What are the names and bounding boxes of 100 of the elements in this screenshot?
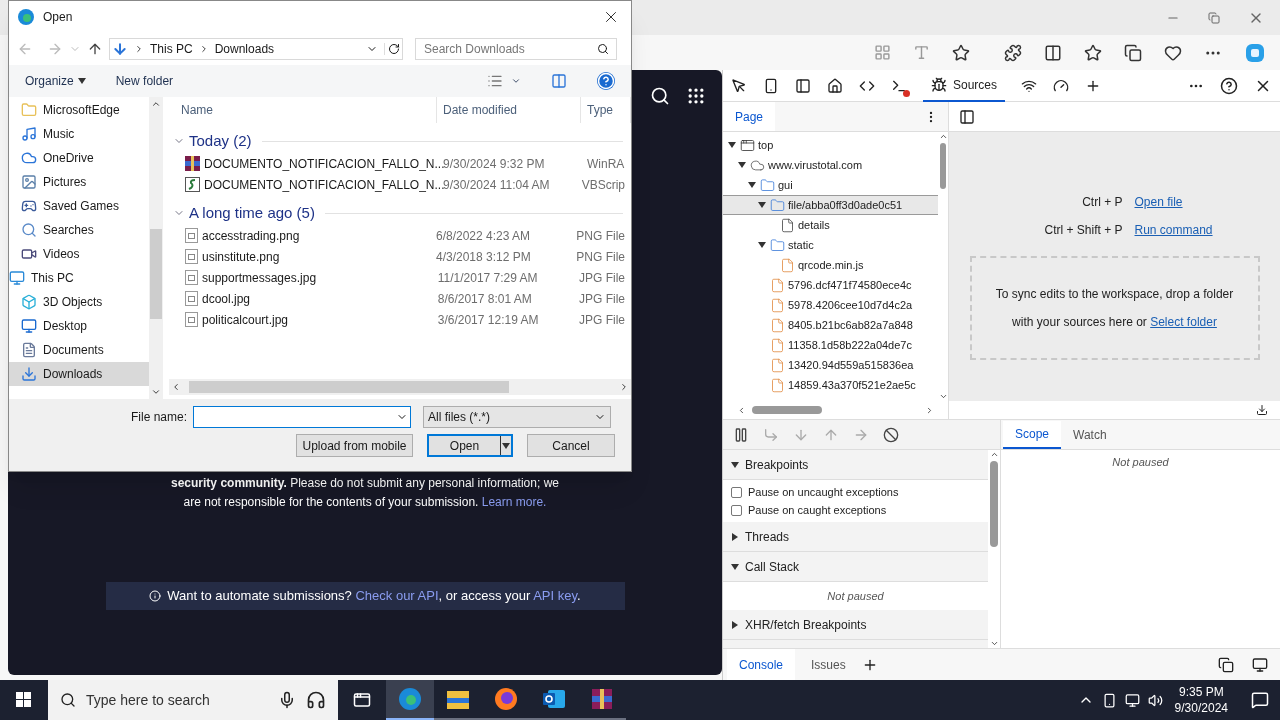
favorite-star-icon[interactable] — [952, 43, 970, 62]
split-screen-icon[interactable] — [1044, 43, 1062, 62]
extensions-icon[interactable] — [1004, 43, 1022, 62]
collections-icon[interactable] — [1124, 43, 1142, 62]
drawer-toggle-icon[interactable] — [1252, 656, 1268, 673]
assistant-icon[interactable] — [1244, 41, 1266, 64]
breadcrumb-item[interactable]: This PC — [150, 40, 193, 58]
nav-item[interactable]: Desktop — [9, 314, 149, 338]
network-icon[interactable] — [1124, 692, 1140, 708]
tree-item[interactable]: 5978.4206cee10d7d4c2a — [723, 295, 938, 315]
chevron-down-icon[interactable] — [151, 387, 161, 397]
read-aloud-icon[interactable] — [913, 44, 930, 61]
drawer-tab[interactable]: Issues — [799, 649, 858, 680]
api-link[interactable]: Check our API — [355, 588, 439, 604]
tree-item[interactable]: 5796.dcf471f74580ece4c — [723, 275, 938, 295]
clock-time[interactable]: 9:35 PM — [1178, 684, 1224, 700]
dropdown-triangle-icon[interactable] — [77, 77, 86, 85]
chevron-right-icon[interactable] — [619, 382, 629, 392]
sidebar-tab[interactable]: Watch — [1061, 421, 1119, 449]
favorites-icon[interactable] — [1084, 43, 1102, 62]
nav-item[interactable]: Videos — [9, 242, 149, 266]
taskbar-search-field[interactable]: Type here to search — [86, 689, 268, 711]
horizontal-scrollbar[interactable] — [169, 379, 631, 395]
command-button[interactable]: Organize — [25, 72, 86, 90]
expanded-triangle-icon[interactable] — [731, 460, 739, 469]
nav-item[interactable]: Documents — [9, 338, 149, 362]
undock-icon[interactable] — [1218, 656, 1234, 673]
shortcut-link[interactable]: Open file — [1134, 193, 1245, 211]
tree-item[interactable]: file/abba0ff3d0ade0c51 — [723, 195, 938, 215]
dialog-button[interactable]: Cancel — [527, 434, 615, 457]
chevron-down-icon[interactable] — [938, 392, 948, 401]
nav-item[interactable]: Downloads — [9, 362, 149, 386]
search-icon[interactable] — [650, 86, 670, 106]
device-icon[interactable] — [1101, 692, 1117, 708]
section-header[interactable]: XHR/fetch Breakpoints — [723, 610, 988, 640]
view-options-icon[interactable] — [487, 73, 521, 89]
section-header[interactable]: Threads — [723, 522, 988, 552]
tree-item[interactable]: gui — [723, 175, 938, 195]
pause-icon[interactable] — [733, 426, 749, 443]
shortcut-link[interactable]: Run command — [1134, 221, 1245, 239]
vertical-scrollbar[interactable] — [988, 450, 1000, 648]
tree-item[interactable]: details — [723, 215, 938, 235]
expanded-triangle-icon[interactable] — [728, 141, 736, 149]
file-row[interactable]: dcool.jpg 8/6/2017 8:01 AM JPG File — [169, 288, 631, 309]
vertical-scrollbar[interactable] — [149, 97, 163, 399]
expanded-triangle-icon[interactable] — [758, 201, 766, 209]
expanded-triangle-icon[interactable] — [748, 181, 756, 189]
volume-icon[interactable] — [1147, 692, 1163, 708]
drawer-icon[interactable] — [1256, 404, 1268, 416]
learn-more-link[interactable]: Learn more. — [481, 495, 547, 509]
tree-item[interactable]: www.virustotal.com — [723, 155, 938, 175]
navigator-tab[interactable]: Page — [723, 102, 776, 131]
inspect-icon[interactable] — [731, 77, 747, 94]
deactivate-breakpoints-icon[interactable] — [883, 426, 899, 443]
dialog-button[interactable]: Upload from mobile — [296, 434, 413, 457]
gauge-icon[interactable] — [1053, 77, 1070, 94]
file-type-dropdown[interactable]: All files (*.*) — [423, 406, 611, 428]
file-row[interactable]: supportmessages.jpg 11/1/2017 7:29 AM JPG File — [169, 267, 631, 288]
breadcrumb-item[interactable]: Downloads — [214, 40, 275, 58]
help-icon[interactable] — [1220, 76, 1238, 95]
collapsed-triangle-icon[interactable] — [731, 620, 739, 629]
search-field[interactable]: Search Downloads — [415, 38, 617, 60]
tree-item[interactable]: 11358.1d58b222a04de7c — [723, 335, 938, 355]
tree-item[interactable]: top — [723, 135, 938, 155]
expanded-triangle-icon[interactable] — [731, 562, 739, 571]
file-name-field[interactable] — [193, 406, 411, 428]
nav-item[interactable]: OneDrive — [9, 146, 149, 170]
dropdown-triangle-icon[interactable] — [502, 441, 510, 450]
restore-icon[interactable] — [1208, 11, 1220, 24]
preview-pane-icon[interactable] — [551, 73, 567, 89]
command-button[interactable]: New folder — [115, 72, 174, 90]
file-row[interactable]: accesstrading.png 6/8/2022 4:23 AM PNG File — [169, 225, 631, 246]
nav-item[interactable]: This PC — [9, 266, 149, 290]
health-icon[interactable] — [1164, 43, 1182, 62]
nav-item[interactable]: 3D Objects — [9, 290, 149, 314]
group-header[interactable]: Today (2) — [189, 129, 252, 153]
file-row[interactable]: usinstitute.png 4/3/2018 3:12 PM PNG File — [169, 246, 631, 267]
nav-item[interactable]: Music — [9, 122, 149, 146]
address-bar[interactable]: This PC Downloads — [109, 38, 403, 60]
expanded-triangle-icon[interactable] — [758, 241, 766, 249]
tree-item[interactable]: 13420.94d559a515836ea — [723, 355, 938, 375]
sidebar-toggle-icon[interactable] — [959, 108, 975, 125]
checkbox[interactable] — [731, 504, 742, 516]
chevron-right-icon[interactable] — [925, 405, 934, 415]
nav-item[interactable]: MicrosoftEdge — [9, 98, 149, 122]
nav-item[interactable]: Searches — [9, 218, 149, 242]
file-row[interactable]: politicalcourt.jpg 3/6/2017 12:19 AM JPG File — [169, 309, 631, 330]
tree-item[interactable]: 8405.b21bc6ab82a7a848 — [723, 315, 938, 335]
home-icon[interactable] — [827, 77, 843, 94]
nav-item[interactable]: Saved Games — [9, 194, 149, 218]
group-header[interactable]: A long time ago (5) — [189, 201, 315, 225]
column-header[interactable]: Name — [169, 97, 437, 123]
device-icon[interactable] — [763, 77, 779, 94]
tree-item[interactable]: 14859.43a370f521e2ae5c — [723, 375, 938, 395]
taskbar-app[interactable] — [386, 680, 434, 720]
file-row[interactable]: DOCUMENTO_NOTIFICACION_FALLO_N...9/30/2024 11:04 AM VBScrip — [169, 174, 631, 195]
drawer-tab[interactable]: Console — [727, 649, 796, 680]
column-header[interactable]: Date modified — [437, 97, 581, 123]
chevron-left-icon[interactable] — [737, 405, 746, 415]
nav-item[interactable]: Pictures — [9, 170, 149, 194]
